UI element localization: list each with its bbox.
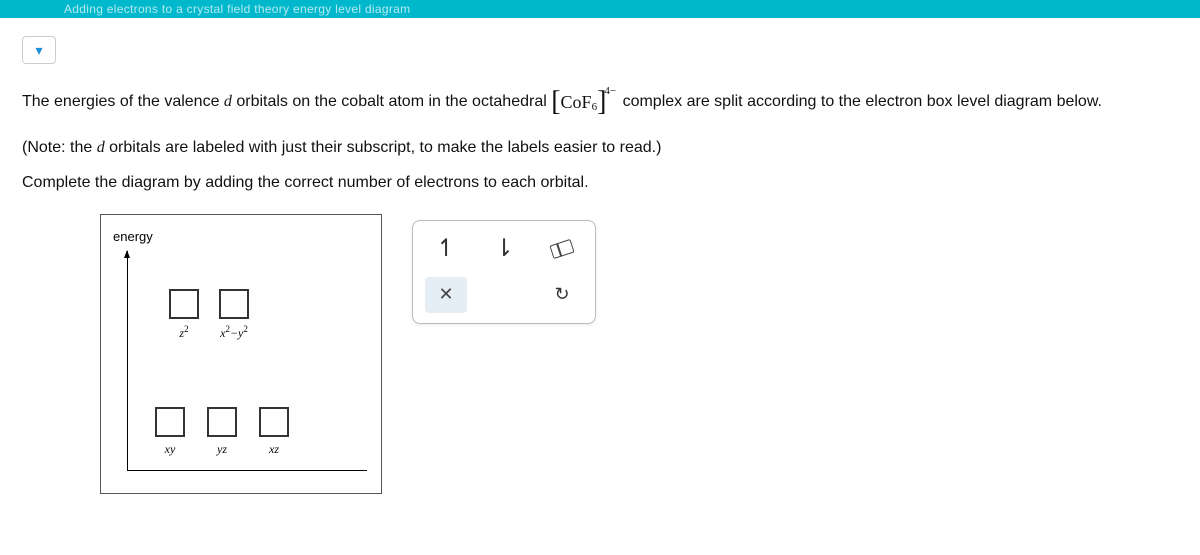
text-fragment: complex are split according to the elect… [623, 93, 1102, 110]
orbital-yz: yz [207, 407, 237, 455]
content-area: ▾ The energies of the valence d orbitals… [0, 18, 1200, 512]
y-axis-label: energy [113, 229, 153, 244]
y-axis [127, 251, 128, 471]
arrow-up-icon: ↿ [436, 234, 456, 263]
orbital-x2y2: x2−y2 [219, 289, 249, 339]
orbital-xz: xz [259, 407, 289, 455]
diagram-area: energy z2 x2−y2 xy [100, 214, 1178, 494]
prompt-line-2: (Note: the d orbitals are labeled with j… [22, 134, 1178, 161]
orbital-label: xz [269, 443, 279, 455]
orbital-box-xz[interactable] [259, 407, 289, 437]
formula-subscript: 6 [592, 98, 598, 117]
prompt-line-3: Complete the diagram by adding the corre… [22, 169, 1178, 196]
d-variable: d [97, 139, 105, 156]
tool-row-1: ↿ ⇂ [425, 231, 583, 267]
arrow-down-icon: ⇂ [494, 234, 514, 263]
chemical-formula: [CoF6]4− [551, 78, 618, 126]
orbital-z2: z2 [169, 289, 199, 339]
text-fragment: orbitals on the cobalt atom in the octah… [232, 93, 551, 110]
orbital-box-yz[interactable] [207, 407, 237, 437]
formula-core: CoF [561, 87, 592, 118]
x-axis [127, 470, 367, 471]
text-fragment: orbitals are labeled with just their sub… [105, 139, 662, 156]
spin-up-button[interactable]: ↿ [425, 231, 467, 267]
x-icon: ✕ [438, 284, 453, 305]
orbital-box-x2y2[interactable] [219, 289, 249, 319]
energy-diagram: energy z2 x2−y2 xy [100, 214, 382, 494]
orbital-label: z2 [179, 325, 188, 339]
orbital-label: x2−y2 [220, 325, 248, 339]
orbital-box-z2[interactable] [169, 289, 199, 319]
orbital-label: yz [217, 443, 227, 455]
eraser-button[interactable] [541, 231, 583, 267]
lower-orbital-row: xy yz xz [155, 407, 289, 455]
clear-button[interactable]: ✕ [425, 277, 467, 313]
orbital-xy: xy [155, 407, 185, 455]
d-variable: d [224, 93, 232, 110]
undo-button[interactable]: ↻ [541, 277, 583, 313]
upper-orbital-row: z2 x2−y2 [169, 289, 249, 339]
collapse-button[interactable]: ▾ [22, 36, 56, 64]
spin-down-button[interactable]: ⇂ [483, 231, 525, 267]
orbital-box-xy[interactable] [155, 407, 185, 437]
eraser-icon [549, 239, 574, 259]
tool-row-2: ✕ ↻ [425, 277, 583, 313]
prompt-line-1: The energies of the valence d orbitals o… [22, 78, 1178, 126]
tool-panel: ↿ ⇂ ✕ ↻ [412, 220, 596, 324]
left-bracket: [ [551, 78, 560, 126]
topbar: Adding electrons to a crystal field theo… [0, 0, 1200, 18]
undo-icon: ↻ [554, 284, 569, 305]
topbar-title: Adding electrons to a crystal field theo… [64, 2, 410, 16]
text-fragment: (Note: the [22, 139, 97, 156]
chevron-down-icon: ▾ [35, 42, 42, 59]
text-fragment: The energies of the valence [22, 93, 224, 110]
formula-superscript: 4− [604, 82, 616, 101]
orbital-label: xy [165, 443, 176, 455]
